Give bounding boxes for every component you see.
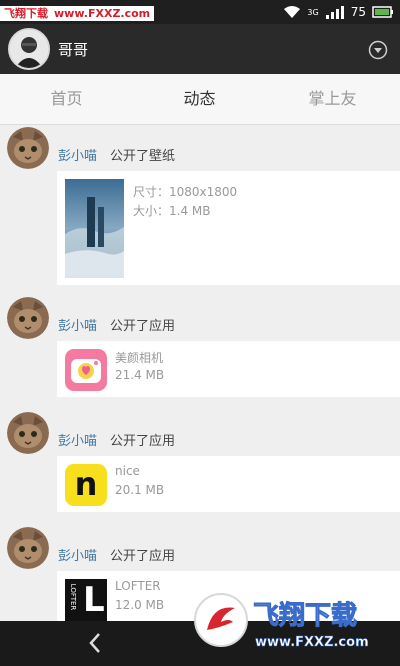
app-card[interactable]: 美颜相机 21.4 MB: [57, 341, 400, 397]
nice-app-icon: n: [65, 464, 107, 506]
wifi-icon: [284, 6, 301, 18]
app-card[interactable]: n nice 20.1 MB: [57, 456, 400, 512]
profile-header: 哥哥: [0, 24, 400, 74]
tab-home[interactable]: 首页: [0, 74, 133, 124]
app-size: 12.0 MB: [115, 598, 165, 612]
post-username[interactable]: 彭小喵: [58, 145, 97, 164]
status-bar: 飞翔下载 www.FXXZ.com 3G 75: [0, 0, 400, 24]
profile-avatar-image: [10, 30, 48, 68]
watermark-top-text: 飞翔下载: [4, 7, 48, 20]
user-avatar[interactable]: [7, 297, 49, 339]
wallpaper-size-label: 尺寸：1080x1800: [133, 185, 238, 199]
post-username[interactable]: 彭小喵: [58, 430, 97, 449]
battery-icon: [372, 6, 393, 18]
post-action: 公开了壁纸: [110, 149, 176, 164]
tab-bar: 首页 动态 掌上友: [0, 74, 400, 125]
post-action: 公开了应用: [110, 549, 176, 564]
app-size: 21.4 MB: [115, 368, 165, 382]
app-name: LOFTER: [115, 579, 161, 593]
post-action: 公开了应用: [110, 319, 176, 334]
beauty-camera-app-icon: [65, 349, 107, 391]
app-name: 美颜相机: [115, 351, 164, 365]
app-size: 20.1 MB: [115, 483, 165, 497]
battery-percent: 75: [350, 5, 366, 19]
profile-avatar[interactable]: [8, 28, 50, 70]
tab-activity[interactable]: 动态: [133, 74, 266, 124]
user-avatar[interactable]: [7, 527, 49, 569]
post-username[interactable]: 彭小喵: [58, 545, 97, 564]
watermark-top: 飞翔下载 www.FXXZ.com: [0, 6, 155, 21]
wallpaper-filesize-label: 大小：1.4 MB: [133, 204, 211, 218]
lofter-icon-letter: L: [83, 580, 105, 620]
signal-icon: [325, 6, 344, 19]
watermark-logo-title: 飞翔下载: [253, 601, 357, 631]
network-type: 3G: [307, 7, 319, 17]
user-avatar[interactable]: [7, 412, 49, 454]
status-icons: 3G 75: [283, 3, 394, 21]
watermark-top-url: www.FXXZ.com: [54, 7, 151, 20]
tab-friends[interactable]: 掌上友: [266, 74, 399, 124]
user-avatar[interactable]: [7, 127, 49, 169]
back-icon[interactable]: [84, 631, 108, 655]
wallpaper-thumbnail: [65, 179, 124, 278]
profile-name: 哥哥: [58, 41, 89, 59]
lofter-app-icon: LOFTER L: [65, 579, 107, 621]
post-action: 公开了应用: [110, 434, 176, 449]
chevron-down-icon[interactable]: [368, 40, 388, 60]
post-username[interactable]: 彭小喵: [58, 315, 97, 334]
lofter-icon-vertical-text: LOFTER: [69, 583, 77, 611]
watermark-logo-url: www.FXXZ.com: [255, 635, 369, 650]
app-name: nice: [115, 464, 140, 478]
wallpaper-card[interactable]: 尺寸：1080x1800 大小：1.4 MB: [57, 171, 400, 285]
watermark-logo: 飞翔下载 www.FXXZ.com: [194, 593, 369, 650]
